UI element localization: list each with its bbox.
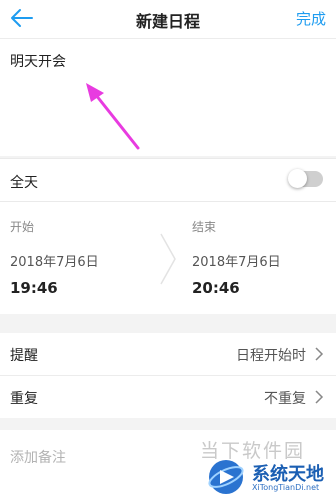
notes-placeholder: 添加备注 [10, 450, 66, 466]
reminder-row[interactable]: 提醒 日程开始时 [0, 333, 336, 375]
datetime-section: 开始 2018年7月6日 19:46 结束 2018年7月6日 20:46 [0, 202, 336, 314]
event-title-text: 明天开会 [10, 54, 66, 70]
repeat-value: 不重复 [264, 391, 306, 407]
start-date: 2018年7月6日 [10, 255, 99, 270]
all-day-label: 全天 [10, 175, 38, 191]
end-date: 2018年7月6日 [192, 255, 281, 270]
reminder-value: 日程开始时 [236, 348, 306, 364]
chevron-right-icon [315, 347, 324, 361]
all-day-toggle[interactable] [288, 169, 323, 188]
done-button[interactable]: 完成 [296, 8, 326, 29]
repeat-label: 重复 [10, 391, 38, 407]
chevron-right-icon [315, 390, 324, 404]
all-day-row[interactable]: 全天 [0, 158, 336, 202]
reminder-label: 提醒 [10, 348, 38, 364]
top-bar: 新建日程 完成 [0, 0, 336, 39]
watermark-logo-icon [208, 460, 244, 494]
repeat-row[interactable]: 重复 不重复 [0, 376, 336, 418]
end-time-block[interactable]: 结束 2018年7月6日 20:46 [180, 202, 336, 314]
end-label: 结束 [192, 220, 217, 234]
end-time: 20:46 [192, 279, 240, 297]
annotation-arrow-icon [86, 83, 140, 150]
toggle-knob [288, 169, 307, 188]
start-time-block[interactable]: 开始 2018年7月6日 19:46 [0, 202, 160, 314]
watermark-url: XiTongTianDi.net [252, 483, 320, 492]
chevron-right-icon [160, 233, 176, 285]
start-label: 开始 [10, 220, 35, 234]
start-time: 19:46 [10, 279, 58, 297]
event-title-field[interactable]: 明天开会 [0, 39, 336, 156]
page-title: 新建日程 [135, 12, 200, 31]
